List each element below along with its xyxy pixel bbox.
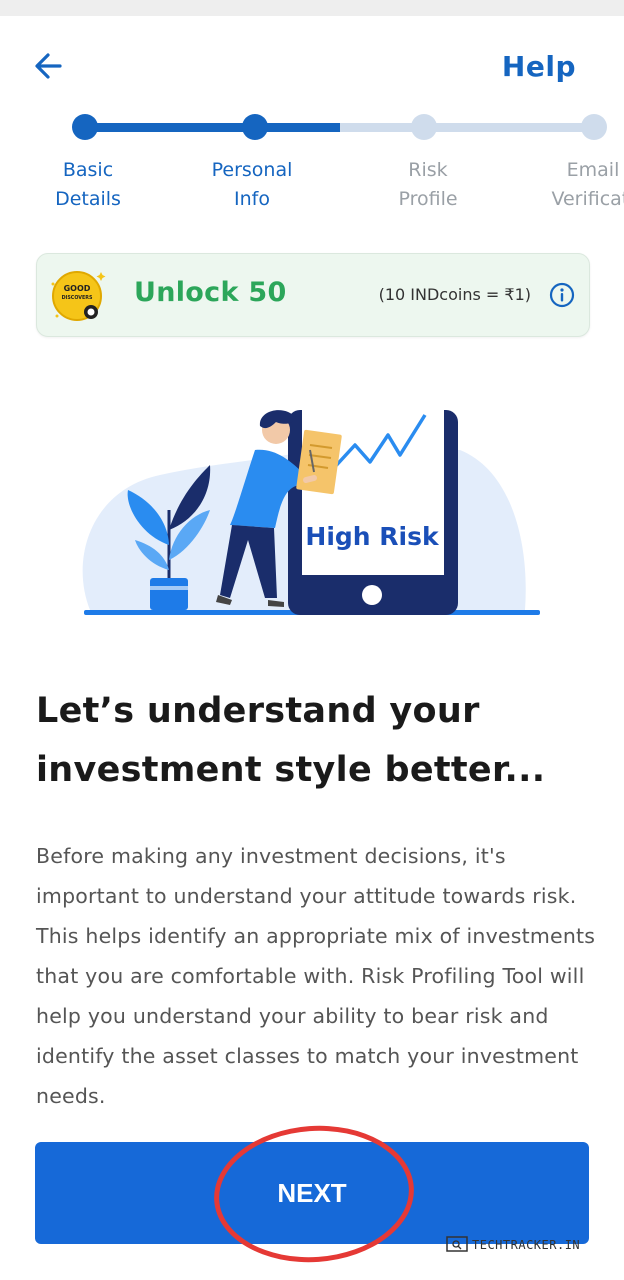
back-arrow-icon[interactable] (30, 48, 70, 84)
watermark-text: TECHTRACKER.IN (472, 1238, 581, 1252)
info-icon[interactable] (549, 282, 575, 308)
watermark-logo-icon (446, 1236, 468, 1252)
unlock-coins-label: Unlock 50 (134, 277, 287, 308)
reward-banner: GOOD DISCOVERS Unlock 50 (10 INDcoins = … (36, 253, 590, 337)
step-label-risk-profile: Risk Profile (398, 159, 458, 210)
stepper-track-done (97, 123, 243, 132)
description-paragraph: Before making any investment decisions, … (36, 844, 596, 1108)
step-dot-basic-details (72, 114, 98, 140)
step-dot-email-verification (581, 114, 607, 140)
step-label-basic-details: Basic Details (55, 159, 121, 210)
coin-rate-label: (10 INDcoins = ₹1) (378, 285, 531, 304)
svg-text:High Risk: High Risk (305, 522, 440, 551)
step-label-email-verification: Email Verificati (551, 159, 624, 210)
high-risk-illustration: High Risk (82, 410, 540, 615)
page-heading: Let’s understand your investment style b… (36, 691, 546, 790)
svg-text:GOOD: GOOD (64, 284, 91, 293)
status-strip (0, 0, 624, 16)
stepper-track-pending (340, 123, 584, 132)
step-dot-personal-info (242, 114, 268, 140)
step-label-personal-info: Personal Info (211, 159, 293, 210)
svg-text:DISCOVERS: DISCOVERS (62, 295, 93, 301)
step-dot-risk-profile (411, 114, 437, 140)
good-discovers-coin-icon: GOOD DISCOVERS (51, 271, 106, 321)
stepper-track-partial (267, 123, 340, 132)
help-link[interactable]: Help (502, 50, 576, 83)
